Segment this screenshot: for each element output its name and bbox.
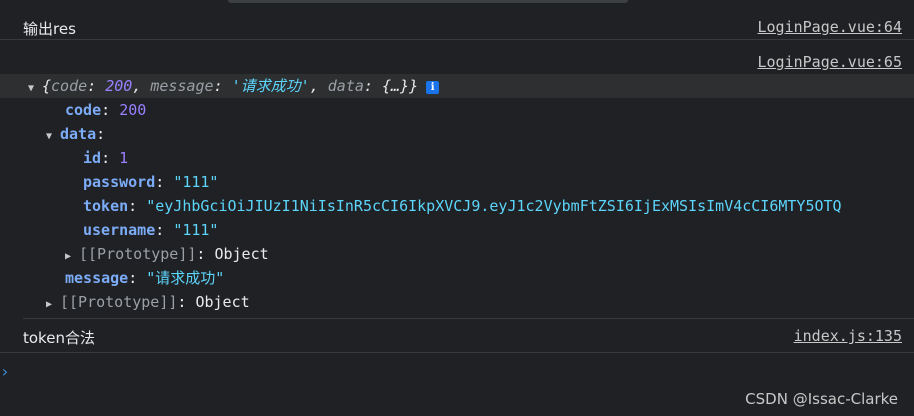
prop-prototype-inner[interactable]: ▶ [[Prototype]]: Object xyxy=(65,243,269,265)
console-message-text: token合法 xyxy=(23,329,95,347)
source-link[interactable]: LoginPage.vue:64 xyxy=(758,18,903,36)
prop-prototype-outer[interactable]: ▶ [[Prototype]]: Object xyxy=(46,291,250,313)
watermark: CSDN @Issac-Clarke xyxy=(745,390,898,408)
console-panel: 输出res LoginPage.vue:64 LoginPage.vue:65 … xyxy=(0,8,914,416)
divider xyxy=(0,352,914,353)
expand-triangle-icon[interactable]: ▼ xyxy=(28,78,42,100)
collapse-triangle-icon[interactable]: ▶ xyxy=(65,246,79,268)
source-link[interactable]: LoginPage.vue:65 xyxy=(758,53,903,71)
devtools-top-edge xyxy=(0,0,914,8)
expand-triangle-icon[interactable]: ▼ xyxy=(46,126,60,148)
prop-code: code: 200 xyxy=(65,101,147,119)
console-message: 输出res LoginPage.vue:64 xyxy=(0,8,914,40)
console-prompt-icon[interactable]: › xyxy=(0,362,10,381)
divider xyxy=(23,318,914,319)
info-icon[interactable]: i xyxy=(426,81,440,94)
object-preview[interactable]: ▼ {code: 200, message: '请求成功', data: {…}}… xyxy=(28,75,440,100)
collapse-triangle-icon[interactable]: ▶ xyxy=(46,294,60,316)
prop-id: id: 1 xyxy=(83,149,129,167)
prop-token: token: "eyJhbGciOiJIUzI1NiIsInR5cCI6IkpX… xyxy=(83,197,842,215)
scrollbar-stub xyxy=(228,0,628,3)
prop-password: password: "111" xyxy=(83,173,219,191)
prop-username: username: "111" xyxy=(83,221,219,239)
console-message-text: 输出res xyxy=(23,20,76,38)
prop-data[interactable]: ▼ data: xyxy=(46,123,105,145)
prop-message: message: "请求成功" xyxy=(65,269,225,287)
source-link[interactable]: index.js:135 xyxy=(794,327,902,345)
